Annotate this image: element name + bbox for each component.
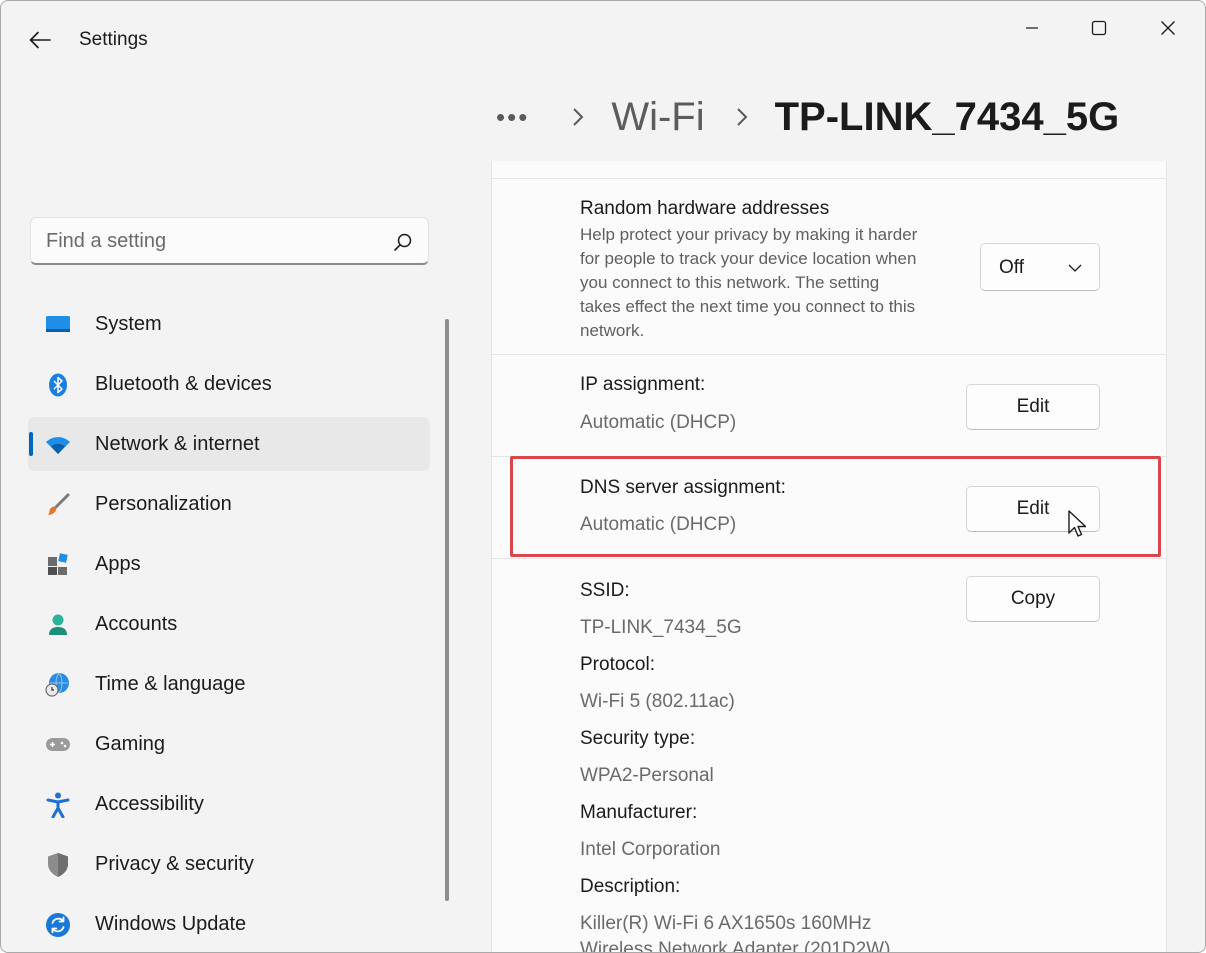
brush-icon xyxy=(45,492,71,518)
time-language-icon xyxy=(45,672,71,698)
maximize-icon xyxy=(1091,20,1107,36)
sidebar-item-label: Bluetooth & devices xyxy=(95,372,272,395)
app-title: Settings xyxy=(79,29,148,50)
security-type-value: WPA2-Personal xyxy=(580,765,714,786)
manufacturer-label: Manufacturer: xyxy=(580,802,698,823)
sidebar-item-apps[interactable]: Apps xyxy=(28,537,430,591)
random-hw-title: Random hardware addresses xyxy=(580,198,830,219)
row-divider xyxy=(492,558,1166,559)
back-arrow-icon xyxy=(29,31,51,49)
sidebar-item-personalization[interactable]: Personalization xyxy=(28,477,430,531)
sidebar-item-label: System xyxy=(95,312,162,335)
back-button[interactable] xyxy=(23,23,57,57)
breadcrumb: ••• Wi-Fi TP-LINK_7434_5G xyxy=(496,89,1119,145)
network-properties-panel: Random hardware addresses Help protect y… xyxy=(491,161,1167,953)
sidebar-item-label: Personalization xyxy=(95,492,232,515)
sidebar-item-accounts[interactable]: Accounts xyxy=(28,597,430,651)
row-divider xyxy=(492,178,1166,179)
sidebar-item-label: Accessibility xyxy=(95,792,204,815)
sidebar-item-bluetooth[interactable]: Bluetooth & devices xyxy=(28,357,430,411)
description-value-continued: Wireless Network Adapter (201D2W) xyxy=(580,939,891,953)
system-icon xyxy=(45,312,71,338)
chevron-right-icon xyxy=(567,89,589,145)
security-type-label: Security type: xyxy=(580,728,696,749)
sidebar-scrollbar[interactable] xyxy=(445,319,449,901)
ssid-label: SSID: xyxy=(580,580,630,601)
sidebar-item-label: Accounts xyxy=(95,612,178,635)
description-value: Killer(R) Wi-Fi 6 AX1650s 160MHz xyxy=(580,913,872,934)
chevron-right-icon xyxy=(731,89,753,145)
shield-icon xyxy=(45,852,71,878)
sidebar-item-time-language[interactable]: Time & language xyxy=(28,657,430,711)
random-hw-description: Help protect your privacy by making it h… xyxy=(580,225,918,340)
close-icon xyxy=(1161,21,1175,35)
description-label: Description: xyxy=(580,876,681,897)
accessibility-icon xyxy=(45,792,71,818)
search-placeholder: Find a setting xyxy=(46,230,167,252)
ip-assignment-value: Automatic (DHCP) xyxy=(580,412,737,433)
windows-update-icon xyxy=(45,912,71,938)
gaming-icon xyxy=(45,732,71,758)
sidebar-item-label: Network & internet xyxy=(95,432,260,455)
sidebar-item-network[interactable]: Network & internet xyxy=(28,417,430,471)
sidebar-item-label: Time & language xyxy=(95,672,246,695)
title-bar: Settings xyxy=(1,1,1205,79)
minimize-icon xyxy=(1026,27,1038,29)
sidebar-item-windows-update[interactable]: Windows Update xyxy=(28,897,430,951)
breadcrumb-wifi[interactable]: Wi-Fi xyxy=(611,95,704,140)
row-divider xyxy=(492,354,1166,355)
sidebar-item-system[interactable]: System xyxy=(28,297,430,351)
maximize-button[interactable] xyxy=(1074,13,1124,43)
random-hw-value: Off xyxy=(999,257,1024,278)
sidebar-nav: System Bluetooth & devices Network & int… xyxy=(28,297,430,952)
protocol-value: Wi-Fi 5 (802.11ac) xyxy=(580,691,735,712)
sidebar-item-accessibility[interactable]: Accessibility xyxy=(28,777,430,831)
ip-assignment-title: IP assignment: xyxy=(580,374,706,395)
dns-assignment-value: Automatic (DHCP) xyxy=(580,514,737,535)
copy-button[interactable]: Copy xyxy=(966,576,1100,622)
sidebar-item-label: Apps xyxy=(95,552,141,575)
page-title: TP-LINK_7434_5G xyxy=(774,94,1120,139)
settings-window: Settings ••• Wi-Fi TP-LINK_7434_5G Find … xyxy=(0,0,1206,953)
manufacturer-value: Intel Corporation xyxy=(580,839,721,860)
close-button[interactable] xyxy=(1143,13,1193,43)
apps-icon xyxy=(45,552,71,578)
sidebar-item-label: Windows Update xyxy=(95,912,247,935)
dns-assignment-title: DNS server assignment: xyxy=(580,477,786,498)
ip-assignment-edit-button[interactable]: Edit xyxy=(966,384,1100,430)
random-hw-dropdown[interactable]: Off xyxy=(980,243,1100,291)
sidebar-item-gaming[interactable]: Gaming xyxy=(28,717,430,771)
accounts-icon xyxy=(45,612,71,638)
minimize-button[interactable] xyxy=(1007,13,1057,43)
ssid-value: TP-LINK_7434_5G xyxy=(580,617,742,638)
bluetooth-icon xyxy=(45,372,71,398)
row-divider xyxy=(492,456,1166,457)
breadcrumb-more-button[interactable]: ••• xyxy=(496,89,529,145)
protocol-label: Protocol: xyxy=(580,654,655,675)
selection-indicator xyxy=(29,432,33,456)
search-input[interactable]: Find a setting xyxy=(30,217,429,265)
chevron-down-icon xyxy=(1068,264,1082,272)
sidebar-item-label: Gaming xyxy=(95,732,166,755)
search-icon xyxy=(394,233,412,251)
network-wifi-icon xyxy=(45,432,71,458)
sidebar-item-label: Privacy & security xyxy=(95,852,254,875)
sidebar-item-privacy-security[interactable]: Privacy & security xyxy=(28,837,430,891)
mouse-cursor-icon xyxy=(1068,510,1087,537)
